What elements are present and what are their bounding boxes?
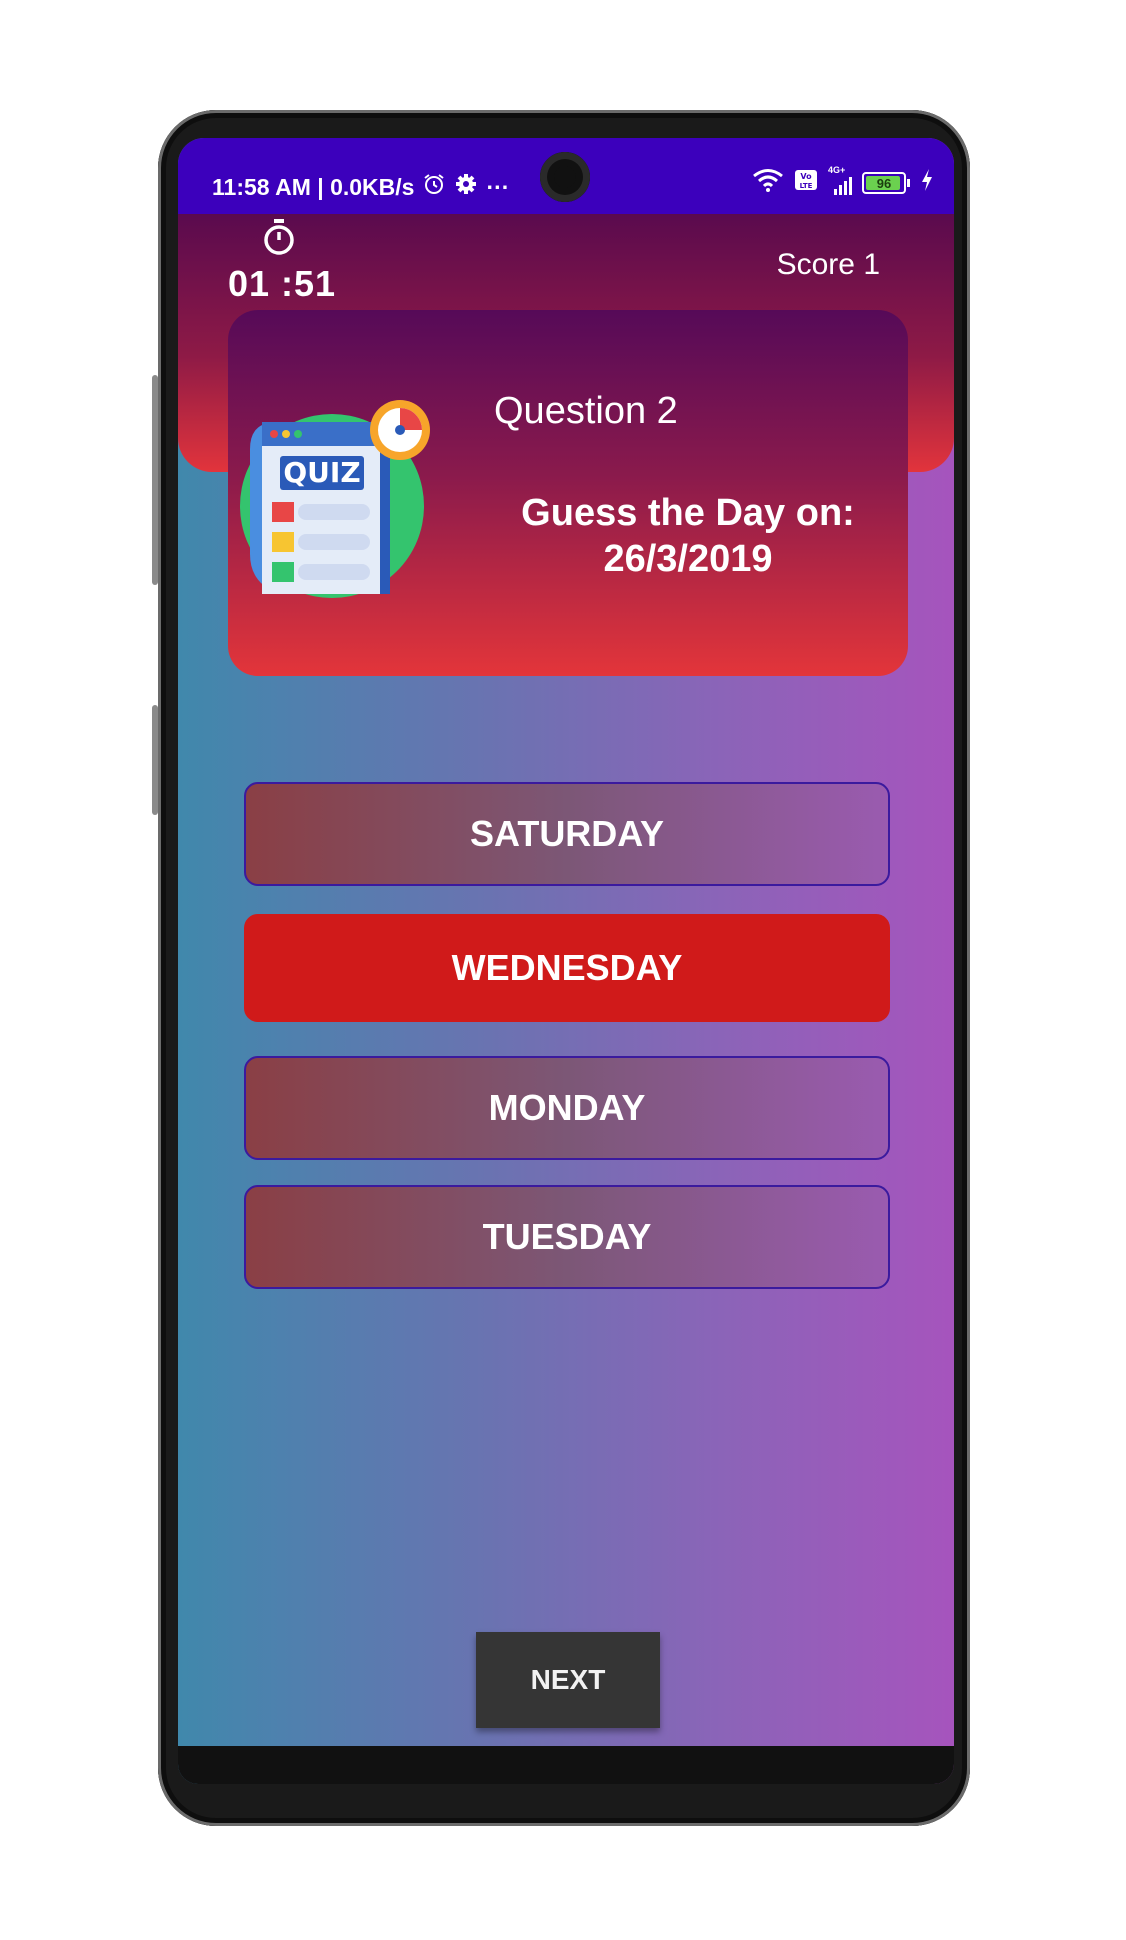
front-camera	[540, 152, 590, 202]
next-button[interactable]: NEXT	[476, 1632, 660, 1728]
option-tuesday-button[interactable]: TUESDAY	[244, 1185, 890, 1289]
battery-icon: 96	[862, 172, 910, 194]
option-wednesday-button[interactable]: WEDNESDAY	[244, 914, 890, 1022]
status-left: 11:58 AM | 0.0KB/s ···	[212, 172, 509, 202]
wifi-icon	[752, 168, 784, 198]
question-card: QUIZ Question 2 Guess the Day on: 26/3/2…	[228, 310, 908, 676]
network-type: 4G+	[828, 165, 846, 175]
more-notifications: ···	[486, 173, 510, 200]
option-saturday-button[interactable]: SATURDAY	[244, 782, 890, 886]
status-bar: 11:58 AM | 0.0KB/s ··· Vo LTE 4G+ 96	[178, 138, 954, 214]
svg-text:Vo: Vo	[800, 172, 812, 181]
battery-level: 96	[876, 175, 892, 191]
status-time-speed: 11:58 AM | 0.0KB/s	[212, 173, 415, 200]
score-label: Score 1	[776, 248, 880, 281]
alarm-icon	[422, 172, 446, 202]
charging-icon	[920, 168, 934, 198]
question-number: Question 2	[494, 390, 678, 432]
quiz-illustration-icon: QUIZ	[240, 394, 440, 598]
bottom-bezel	[178, 1746, 954, 1784]
stopwatch-icon	[262, 218, 296, 256]
question-date: 26/3/2019	[603, 538, 773, 580]
signal-icon: 4G+	[828, 165, 852, 195]
volte-icon: Vo LTE	[794, 168, 818, 198]
app-screen: 11:58 AM | 0.0KB/s ··· Vo LTE 4G+ 96 01 …	[178, 138, 954, 1784]
svg-text:LTE: LTE	[800, 182, 813, 190]
option-monday-button[interactable]: MONDAY	[244, 1056, 890, 1160]
quiz-logo-text: QUIZ	[283, 456, 360, 489]
question-text: Guess the Day on: 26/3/2019	[488, 490, 888, 582]
timer-display: 01 :51	[228, 263, 337, 304]
question-text-line1: Guess the Day on:	[521, 492, 855, 534]
settings-gear-icon	[454, 172, 478, 202]
status-right: Vo LTE 4G+ 96	[752, 165, 934, 198]
